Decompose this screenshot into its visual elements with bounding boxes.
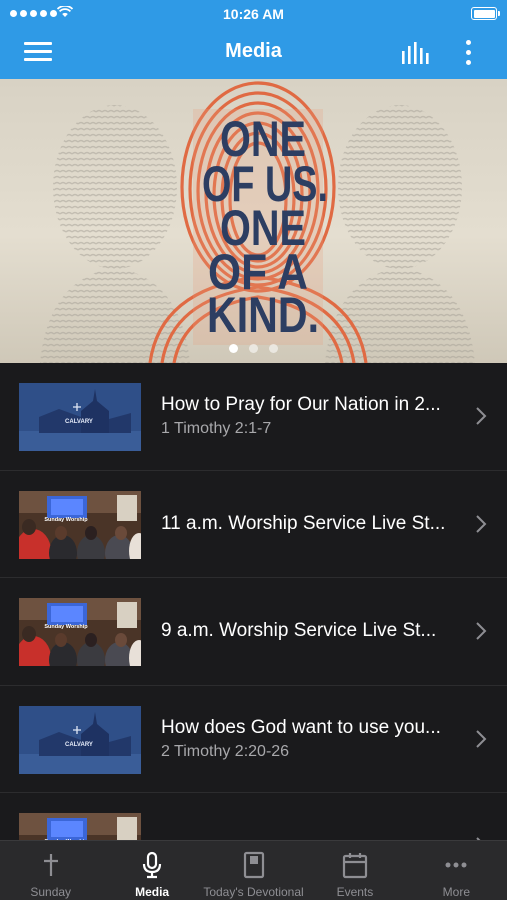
book-icon xyxy=(243,851,264,879)
media-list-item[interactable]: CALVARY How to Pray for Our Nation in 2.… xyxy=(0,363,507,471)
thumb-logo-text: CALVARY xyxy=(65,419,93,425)
carousel-dot[interactable] xyxy=(269,344,278,353)
media-list-item[interactable]: Sunday Worship xyxy=(0,793,507,840)
media-list-item[interactable]: CALVARY How does God want to use you... … xyxy=(0,686,507,793)
bottom-tab-bar: Sunday Media Today's Devotional Events More xyxy=(0,840,507,900)
media-list-item[interactable]: Sunday Worship 11 a.m. Worship Service L… xyxy=(0,471,507,578)
app-header: Media xyxy=(0,28,507,79)
chevron-right-icon xyxy=(476,515,487,533)
tab-media[interactable]: Media xyxy=(101,841,202,900)
status-bar: 10:26 AM xyxy=(0,0,507,28)
media-list: CALVARY How to Pray for Our Nation in 2.… xyxy=(0,363,507,840)
app-root: 10:26 AM Media ONE OF US. ONE OF A KIND.… xyxy=(0,0,507,900)
tab-label: Today's Devotional xyxy=(203,885,304,899)
carousel-dot[interactable] xyxy=(249,344,258,353)
carousel-page-indicator[interactable] xyxy=(0,344,507,353)
media-item-subtitle: 1 Timothy 2:1-7 xyxy=(161,420,272,438)
tab-today-s-devotional[interactable]: Today's Devotional xyxy=(203,841,304,900)
banner-artwork: ONE OF US. ONE OF A KIND. xyxy=(40,81,475,363)
battery-icon xyxy=(471,7,500,20)
media-thumbnail: Sunday Worship xyxy=(19,598,141,666)
media-thumbnail: CALVARY xyxy=(19,705,141,774)
media-item-text: How does God want to use you... 2 Timoth… xyxy=(161,686,467,793)
media-thumbnail: Sunday Worship xyxy=(19,813,141,840)
more-options-icon[interactable] xyxy=(461,39,477,67)
tab-label: Media xyxy=(135,885,170,899)
media-item-title: How to Pray for Our Nation in 2... xyxy=(161,394,441,416)
media-item-text: How to Pray for Our Nation in 2... 1 Tim… xyxy=(161,363,467,470)
media-item-text xyxy=(161,793,467,840)
tab-sunday[interactable]: Sunday xyxy=(0,841,101,900)
media-item-title: How does God want to use you... xyxy=(161,716,441,738)
tab-label: Sunday xyxy=(30,885,72,899)
audio-levels-icon[interactable] xyxy=(401,42,431,64)
media-item-text: 9 a.m. Worship Service Live St... xyxy=(161,578,467,685)
chevron-right-icon xyxy=(476,407,487,425)
microphone-icon xyxy=(143,851,162,879)
tab-events[interactable]: Events xyxy=(304,841,405,900)
banner-headline-line: KIND. xyxy=(207,287,319,343)
media-thumbnail: Sunday Worship xyxy=(19,490,141,559)
ellipsis-icon xyxy=(445,862,467,868)
chevron-right-icon xyxy=(476,730,487,748)
tab-label: Events xyxy=(336,885,374,899)
media-item-title: 11 a.m. Worship Service Live St... xyxy=(161,512,446,534)
thumb-overlay-text: Sunday Worship xyxy=(44,624,88,630)
thumb-logo-text: CALVARY xyxy=(65,742,93,748)
tab-more[interactable]: More xyxy=(406,841,507,900)
carousel-dot[interactable] xyxy=(229,344,238,353)
media-list-item[interactable]: Sunday Worship 9 a.m. Worship Service Li… xyxy=(0,578,507,686)
calendar-icon xyxy=(342,853,368,879)
media-item-subtitle: 2 Timothy 2:20-26 xyxy=(161,742,290,760)
status-time: 10:26 AM xyxy=(223,6,284,22)
media-thumbnail: CALVARY xyxy=(19,383,141,451)
tab-label: More xyxy=(442,885,470,899)
featured-banner[interactable]: ONE OF US. ONE OF A KIND. xyxy=(0,79,507,363)
media-item-text: 11 a.m. Worship Service Live St... xyxy=(161,471,467,578)
chevron-right-icon xyxy=(476,622,487,640)
media-item-title: 9 a.m. Worship Service Live St... xyxy=(161,620,437,642)
cross-icon xyxy=(43,854,58,876)
thumb-overlay-text: Sunday Worship xyxy=(44,517,88,523)
